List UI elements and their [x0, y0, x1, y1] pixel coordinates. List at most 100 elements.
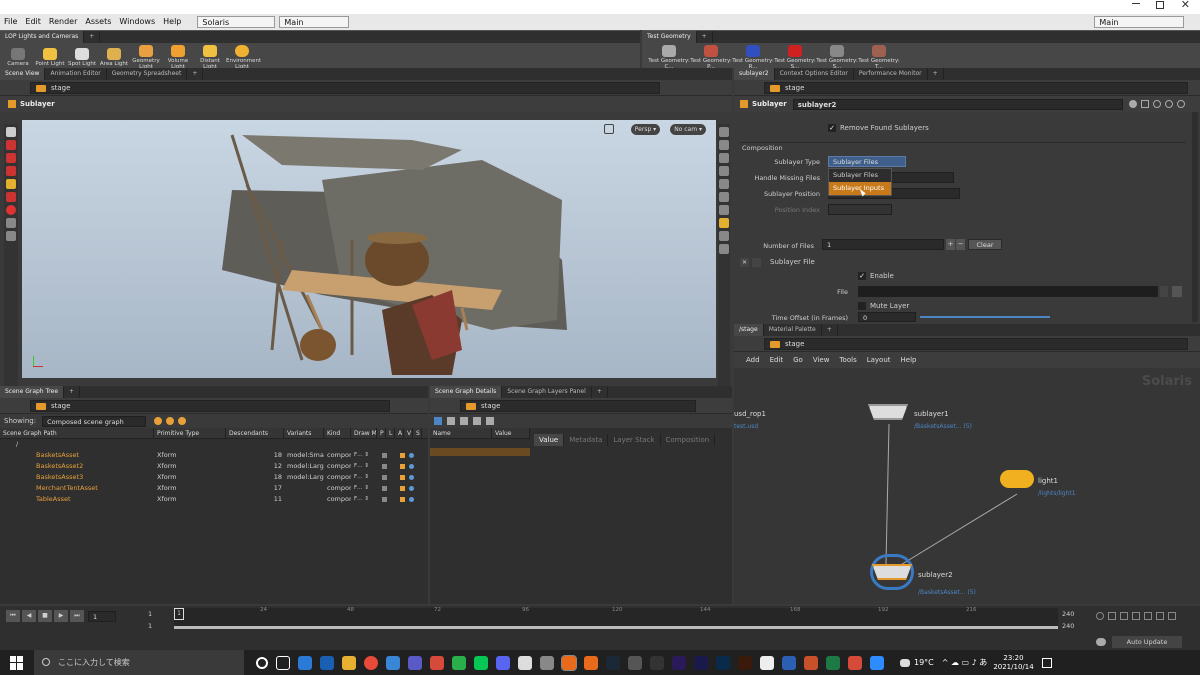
details-path-field[interactable]: stage: [460, 399, 696, 412]
grid-icon[interactable]: [719, 205, 729, 215]
taskbar-search[interactable]: ここに入力して検索: [34, 650, 244, 675]
transform-tool-icon[interactable]: [6, 140, 16, 150]
payload-icon[interactable]: [382, 475, 387, 480]
desktop-select[interactable]: Solaris: [197, 16, 276, 28]
network-path-field[interactable]: stage: [764, 337, 1188, 350]
unity-icon[interactable]: [518, 655, 532, 670]
collapse-instance-icon[interactable]: [752, 258, 761, 267]
visible-icon[interactable]: [409, 464, 414, 469]
edit-icon[interactable]: [1140, 100, 1149, 108]
visibility-icon[interactable]: [719, 140, 729, 150]
tray-icons[interactable]: ^ ☁ ▭ ♪ あ: [942, 657, 988, 668]
area-light-tool[interactable]: Area Light: [98, 46, 130, 67]
tree-icon[interactable]: [486, 417, 494, 425]
menu-file[interactable]: File: [0, 14, 21, 30]
test-geo-tool-1[interactable]: Test Geometry: C...: [648, 43, 690, 70]
remove-found-checkbox[interactable]: ✓: [828, 124, 836, 132]
col-type[interactable]: Primitive Type: [154, 427, 226, 439]
col-path[interactable]: Scene Graph Path: [0, 427, 154, 439]
add-tab-icon[interactable]: +: [187, 68, 204, 80]
table-row[interactable]: TableAsset Xform 11 compon F… ⇕: [0, 494, 428, 505]
tab-scene-graph-layers[interactable]: Scene Graph Layers Panel: [502, 386, 592, 398]
info-icon[interactable]: [1164, 100, 1173, 108]
tab-sublayer2[interactable]: sublayer2: [734, 68, 775, 80]
add-file-button[interactable]: +: [946, 239, 955, 250]
clear-button[interactable]: Clear: [968, 239, 1002, 250]
add-tab-icon[interactable]: +: [928, 68, 944, 80]
network-canvas[interactable]: Solaris usd_rop1 test.usd sublayer1 /Bas…: [734, 368, 1200, 604]
jump-end-icon[interactable]: ⏭: [70, 610, 84, 622]
activate-icon[interactable]: [400, 475, 405, 480]
network-menu-view[interactable]: View: [813, 356, 830, 364]
layout-icon[interactable]: [434, 417, 442, 425]
outlook-icon[interactable]: [320, 655, 334, 670]
test-geo-tool-3[interactable]: Test Geometry: R...: [732, 43, 774, 70]
lock-camera-icon[interactable]: [604, 124, 614, 134]
payload-icon[interactable]: [382, 486, 387, 491]
shelf-tab-test-geometry[interactable]: Test Geometry: [642, 31, 697, 43]
magnet-tool-icon[interactable]: [6, 205, 16, 215]
remove-instance-icon[interactable]: ✕: [740, 258, 749, 267]
steam-icon[interactable]: [606, 655, 620, 670]
viewport[interactable]: Persp ▾ No cam ▾: [22, 120, 716, 378]
network-menu-help[interactable]: Help: [901, 356, 917, 364]
col-v[interactable]: V: [404, 427, 413, 439]
subtab-metadata[interactable]: Metadata: [564, 434, 609, 446]
visibility-toggles[interactable]: [377, 486, 417, 491]
node-name-field[interactable]: sublayer2: [792, 98, 1123, 110]
visible-icon[interactable]: [409, 475, 414, 480]
option-sublayer-files[interactable]: Sublayer Files: [829, 169, 891, 182]
activate-icon[interactable]: [400, 497, 405, 502]
app-icon[interactable]: [452, 655, 466, 670]
powerpoint-icon[interactable]: [804, 655, 818, 670]
table-row[interactable]: MerchantTentAsset Xform 17 compon F… ⇕: [0, 483, 428, 494]
filter-icon[interactable]: [154, 417, 163, 425]
step-back-icon[interactable]: ◀: [22, 610, 36, 622]
showing-select[interactable]: Composed scene graph: [42, 415, 147, 427]
edge-icon[interactable]: [386, 655, 400, 670]
visible-icon[interactable]: [409, 486, 414, 491]
file-field[interactable]: [858, 286, 1158, 297]
scale-tool-icon[interactable]: [6, 166, 16, 176]
after-effects-icon[interactable]: [672, 655, 686, 670]
col-l[interactable]: L: [386, 427, 395, 439]
tab-stage-network[interactable]: /stage: [734, 324, 764, 336]
rotate-tool-icon[interactable]: [6, 153, 16, 163]
visibility-toggles[interactable]: [377, 497, 417, 502]
load-icon[interactable]: [391, 475, 396, 480]
remove-file-button[interactable]: −: [956, 239, 965, 250]
maximize-icon[interactable]: [1156, 1, 1164, 9]
range-icon[interactable]: [1168, 612, 1176, 620]
network-menu-edit[interactable]: Edit: [770, 356, 784, 364]
viewer-path-field[interactable]: stage: [30, 81, 660, 94]
params-path-field[interactable]: stage: [764, 81, 1188, 94]
tab-scene-graph-tree[interactable]: Scene Graph Tree: [0, 386, 65, 398]
draw-mode-menu[interactable]: F… ⇕: [351, 461, 377, 472]
clock[interactable]: 23:20 2021/10/14: [993, 654, 1033, 672]
word-icon[interactable]: [782, 655, 796, 670]
auto-update-select[interactable]: Auto Update: [1112, 636, 1182, 648]
pose-tool-icon[interactable]: [6, 179, 16, 189]
add-tab-icon[interactable]: +: [592, 386, 608, 398]
cortana-icon[interactable]: [256, 656, 268, 669]
payload-icon[interactable]: [382, 464, 387, 469]
visible-icon[interactable]: [409, 453, 414, 458]
activate-icon[interactable]: [400, 464, 405, 469]
rows-icon[interactable]: [473, 417, 481, 425]
file-menu-icon[interactable]: [1160, 286, 1168, 297]
channel-icon[interactable]: [1108, 612, 1116, 620]
tab-material-palette[interactable]: Material Palette: [764, 324, 822, 336]
loop-icon[interactable]: [1156, 612, 1164, 620]
app-icon[interactable]: [540, 655, 554, 670]
col-kind[interactable]: Kind: [324, 427, 351, 439]
distant-light-tool[interactable]: Distant Light: [194, 43, 226, 70]
number-of-files-field[interactable]: 1: [822, 239, 944, 250]
load-icon[interactable]: [391, 486, 396, 491]
windows-start-icon[interactable]: [10, 655, 24, 670]
range-bar[interactable]: [174, 626, 1058, 629]
chrome-icon[interactable]: [364, 655, 378, 670]
render-icon[interactable]: [719, 244, 729, 254]
col-p[interactable]: P: [377, 427, 386, 439]
camera-tool[interactable]: Camera: [2, 46, 34, 67]
load-icon[interactable]: [391, 464, 396, 469]
